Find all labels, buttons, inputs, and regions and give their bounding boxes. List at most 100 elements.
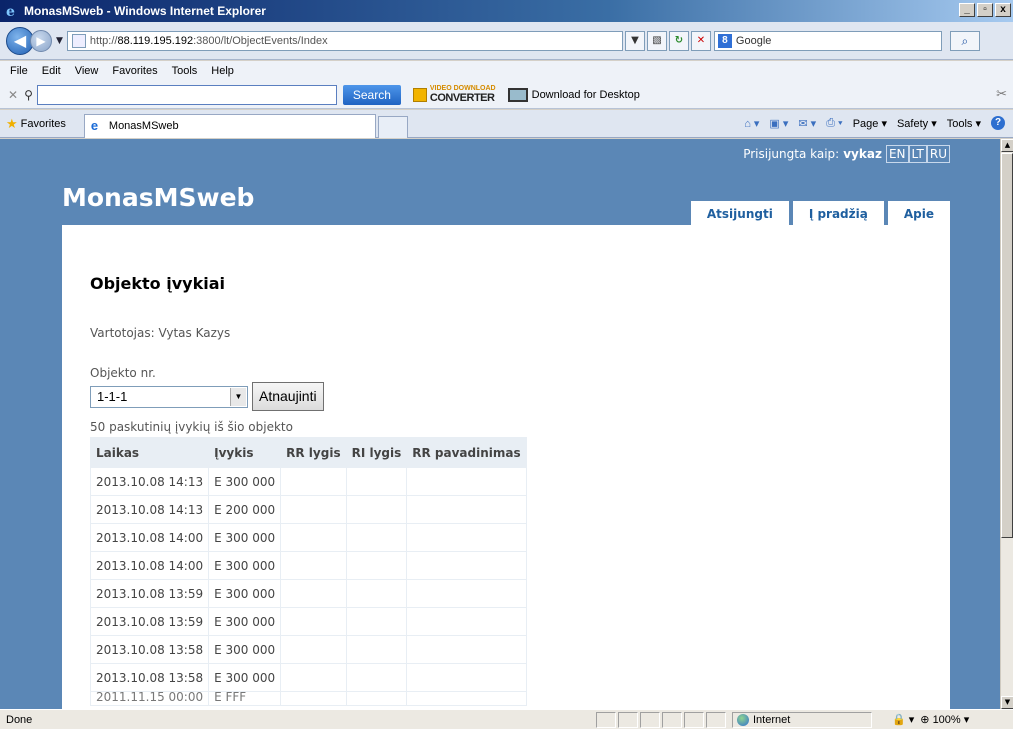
feeds-icon[interactable]: ▣ ▾ [769,117,788,130]
cell-time: 2013.10.08 13:58 [89,663,210,692]
url-prefix: http:// [89,34,118,47]
cell-rr-name [406,691,527,706]
cell-time: 2013.10.08 14:00 [89,523,210,552]
cell-ri-level [345,607,408,636]
object-label: Objekto nr. [90,366,156,380]
svg-text:e: e [6,4,15,19]
safety-menu[interactable]: Safety ▾ [897,117,937,130]
vertical-scrollbar[interactable]: ▲ ▼ [1000,139,1013,709]
security-zone[interactable]: Internet [732,711,872,728]
refresh-button[interactable]: Atnaujinti [252,382,324,411]
search-engine-field[interactable]: 8 Google [713,30,942,51]
table-row: 2013.10.08 14:13 E 300 000 [89,467,527,496]
col-rr-name: RR pavadinimas [406,437,527,468]
about-link[interactable]: Apie [887,201,950,225]
menu-favorites[interactable]: Favorites [112,65,157,77]
download-desktop-label: Download for Desktop [531,88,640,101]
new-tab-button[interactable] [377,115,408,138]
print-icon[interactable]: ⎙ ▾ [826,117,842,130]
tab-active[interactable]: e MonasMSweb [83,113,376,138]
table-header-row: Laikas Įvykis RR lygis RI lygis RR pavad… [89,437,527,468]
cell-time: 2013.10.08 13:59 [89,579,210,608]
toolbar-search-button[interactable]: Search [342,84,401,105]
logout-link[interactable]: Atsijungti [690,201,789,225]
object-select[interactable]: 1-1-1 ▼ [90,385,248,408]
address-dropdown-button[interactable]: ▼ [624,30,645,51]
favorites-star-icon[interactable]: ★ [6,116,18,132]
stop-icon[interactable]: ✕ [690,30,711,51]
scroll-thumb[interactable] [1001,153,1013,538]
scroll-up-icon[interactable]: ▲ [1001,139,1013,152]
refresh-icon[interactable]: ↻ [668,30,689,51]
menu-bar: File Edit View Favorites Tools Help [0,61,1013,81]
status-bar: Done Internet 🔒 ▾ ⊕ 100% ▾ [0,709,1013,729]
col-time: Laikas [89,437,210,468]
user-line: Vartotojas: Vytas Kazys [90,326,231,340]
close-toolbar-icon[interactable]: ✕ [8,88,18,102]
scroll-down-icon[interactable]: ▼ [1001,696,1013,709]
search-go-button[interactable]: ⌕ [949,30,980,51]
tools-menu[interactable]: Tools ▾ [947,117,981,130]
forward-button[interactable]: ▶ [30,29,52,52]
zoom-control[interactable]: ⊕ 100% ▾ [920,713,969,726]
cell-event: E 300 000 [208,607,282,636]
page-menu[interactable]: Page ▾ [853,117,887,130]
cell-event: E 300 000 [208,579,282,608]
home-icon[interactable]: ⌂ ▾ [744,117,759,130]
menu-view[interactable]: View [75,65,99,77]
menu-help[interactable]: Help [211,65,234,77]
cell-rr-level [280,579,347,608]
menu-edit[interactable]: Edit [42,65,61,77]
table-row: 2013.10.08 13:58 E 300 000 [89,635,527,664]
status-cell [596,711,616,728]
lang-ru[interactable]: RU [926,145,950,163]
protected-mode-icon[interactable]: 🔒 ▾ [892,713,914,726]
home-link[interactable]: Į pradžią [792,201,884,225]
cell-ri-level [345,635,408,664]
globe-icon [737,713,749,726]
logged-in-label: Prisijungta kaip: [743,147,840,161]
col-rr-level: RR lygis [280,437,347,468]
mail-icon[interactable]: ✉ ▾ [798,117,816,130]
minimize-button[interactable]: _ [959,3,975,17]
cell-rr-name [406,579,527,608]
lang-en[interactable]: EN [885,145,909,163]
search-icon: ⌕ [961,33,969,48]
video-converter-button[interactable]: VIDEO DOWNLOAD CONVERTER [412,85,496,104]
status-cell [706,711,726,728]
help-icon[interactable]: ? [991,116,1005,130]
window-title: MonasMSweb - Windows Internet Explorer [24,4,266,18]
ie-logo-icon: e [4,3,20,20]
table-row: 2013.10.08 14:00 E 300 000 [89,551,527,580]
toolbar-search-input[interactable] [36,84,337,105]
status-cell [684,711,704,728]
compatibility-view-icon[interactable]: ▧ [646,30,667,51]
addon-toolbar: ✕ ⚲ Search VIDEO DOWNLOAD CONVERTER Down… [0,81,1013,109]
status-cell [618,711,638,728]
menu-tools[interactable]: Tools [172,65,198,77]
chevron-down-icon: ▼ [230,387,246,406]
cell-time: 2013.10.08 14:13 [89,467,210,496]
maximize-button[interactable]: ▫ [977,3,993,17]
download-desktop-button[interactable]: Download for Desktop [507,87,640,102]
status-cell [662,711,682,728]
lang-lt[interactable]: LT [908,145,927,163]
cell-rr-name [406,635,527,664]
url-host: 88.119.195.192 [117,34,194,47]
history-dropdown-icon[interactable]: ▼ [56,36,63,46]
page-title: Objekto įvykiai [90,274,225,293]
close-button[interactable]: x [995,3,1011,17]
google-icon: 8 [717,33,732,48]
menu-file[interactable]: File [10,65,28,77]
address-field[interactable]: http://88.119.195.192:3800/lt/ObjectEven… [66,30,623,51]
cell-rr-level [280,691,347,706]
wrench-icon[interactable]: ✂ [996,87,1007,102]
safety-menu-label: Safety [896,117,929,130]
cell-ri-level [345,467,408,496]
monitor-icon [507,87,528,102]
cell-ri-level [345,495,408,524]
favorites-button[interactable]: Favorites [21,118,66,130]
cell-rr-level [280,495,347,524]
col-event: Įvykis [208,437,282,468]
cell-event: E 200 000 [208,495,282,524]
